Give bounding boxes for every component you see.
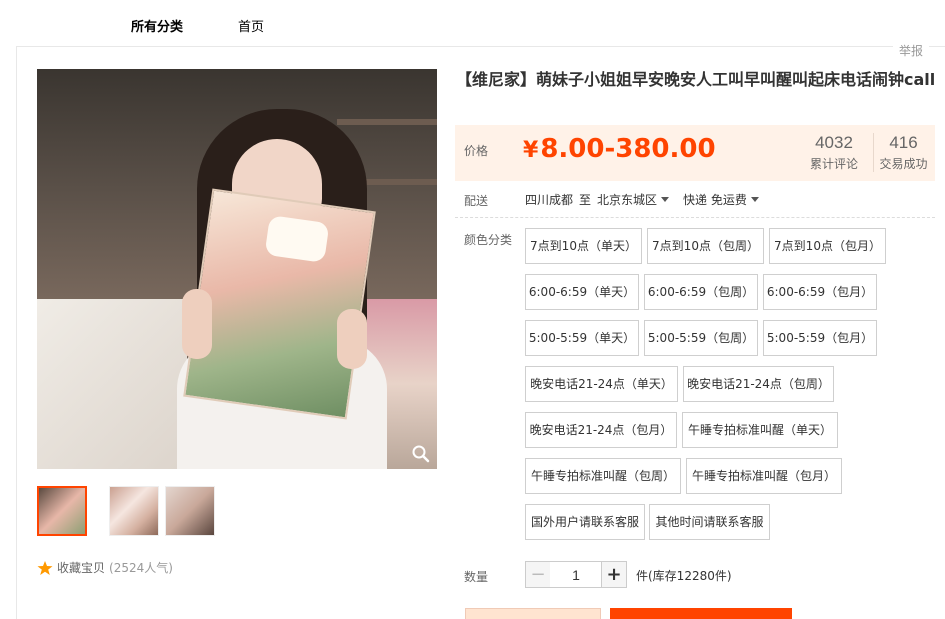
sku-option[interactable]: 7点到10点（包月） (769, 228, 886, 264)
thumbnail-2[interactable] (109, 486, 159, 536)
sku-option[interactable]: 其他时间请联系客服 (649, 504, 770, 540)
nav-all-categories[interactable]: 所有分类 (131, 16, 183, 35)
ship-method-dropdown[interactable]: 快递 免运费 (683, 191, 773, 208)
reviews-label: 累计评论 (809, 157, 858, 171)
shelf (337, 119, 437, 125)
top-navigation: 所有分类 首页 (0, 0, 945, 46)
caret-down-icon (750, 197, 759, 202)
star-icon (37, 560, 53, 575)
thumbnail-3[interactable] (165, 486, 215, 536)
shipping-label: 配送 (464, 194, 489, 208)
reviews-count: 4032 (815, 133, 853, 152)
buy-now-button[interactable] (465, 608, 601, 619)
sales-count: 416 (889, 133, 918, 152)
nav-home[interactable]: 首页 (238, 16, 264, 35)
color-label: 颜色分类 (464, 233, 513, 247)
main-product-image[interactable] (37, 69, 437, 469)
add-to-cart-button[interactable] (610, 608, 792, 619)
sales-stat: 416 交易成功 (873, 133, 933, 172)
currency-symbol: ¥ (523, 138, 539, 163)
book-title-badge (264, 215, 330, 263)
price-range: 8.00-380.00 (540, 134, 716, 164)
quantity-increase-button[interactable]: + (601, 561, 627, 588)
sku-option[interactable]: 5:00-5:59（包周） (644, 320, 758, 356)
sku-option[interactable]: 晚安电话21-24点（包周） (683, 366, 834, 402)
shipping-info: 四川成都 至 北京东城区 快递 免运费 (525, 191, 773, 208)
sku-option[interactable]: 晚安电话21-24点（单天） (525, 366, 678, 402)
sku-option[interactable]: 国外用户请联系客服 (525, 504, 645, 540)
sku-option[interactable]: 5:00-5:59（单天） (525, 320, 639, 356)
sku-option[interactable]: 7点到10点（包周） (647, 228, 764, 264)
sku-option[interactable]: 午睡专拍标准叫醒（包周） (525, 458, 681, 494)
quantity-label: 数量 (464, 570, 489, 584)
left-hand (182, 289, 212, 359)
sku-option[interactable]: 6:00-6:59（包月） (763, 274, 877, 310)
report-link[interactable]: 举报 (893, 42, 930, 59)
caret-down-icon (661, 197, 670, 202)
sku-option[interactable]: 5:00-5:59（包月） (763, 320, 877, 356)
reviews-stat[interactable]: 4032 累计评论 (801, 133, 867, 172)
price-label: 价格 (464, 144, 489, 158)
sales-label: 交易成功 (879, 157, 928, 171)
price-value: ¥8.00-380.00 (523, 134, 716, 164)
quantity-input[interactable] (550, 561, 602, 588)
ship-to-word: 至 (579, 193, 592, 207)
ship-method: 快递 免运费 (683, 193, 747, 207)
favorite-count: (2524人气) (109, 561, 173, 575)
ship-destination-dropdown[interactable]: 北京东城区 (597, 191, 683, 208)
right-hand (337, 309, 367, 369)
divider (455, 217, 935, 218)
thumbnail-1[interactable] (37, 486, 87, 536)
book-display-left (37, 299, 187, 469)
sku-option[interactable]: 6:00-6:59（包周） (644, 274, 758, 310)
favorite-label: 收藏宝贝 (57, 561, 106, 575)
favorite-button[interactable]: 收藏宝贝 (2524人气) (37, 559, 173, 576)
sku-option[interactable]: 晚安电话21-24点（包月） (525, 412, 677, 448)
magnifier-icon[interactable] (411, 444, 431, 464)
sku-option[interactable]: 午睡专拍标准叫醒（包月） (686, 458, 842, 494)
stock-info: 件(库存12280件) (636, 569, 732, 583)
ship-to: 北京东城区 (597, 193, 658, 207)
quantity-decrease-button[interactable]: − (525, 561, 551, 588)
price-box: 价格 ¥8.00-380.00 4032 累计评论 416 交易成功 (455, 125, 935, 181)
sku-option[interactable]: 午睡专拍标准叫醒（单天） (682, 412, 838, 448)
sku-option[interactable]: 6:00-6:59（单天） (525, 274, 639, 310)
product-title: 【维尼家】萌妹子小姐姐早安晚安人工叫早叫醒叫起床电话闹钟call (456, 70, 936, 89)
ship-from: 四川成都 (525, 193, 574, 207)
sku-option[interactable]: 7点到10点（单天） (525, 228, 642, 264)
